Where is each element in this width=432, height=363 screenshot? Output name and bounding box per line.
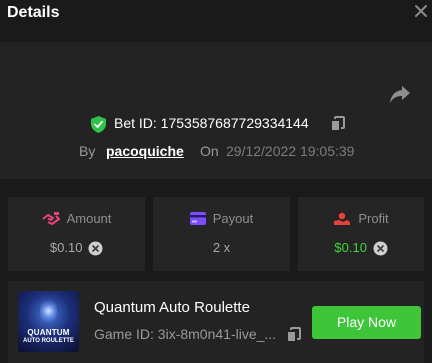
profit-value: $0.10 <box>334 240 367 255</box>
shield-icon <box>91 116 106 133</box>
by-label: By <box>79 143 96 159</box>
coin-icon <box>88 241 103 256</box>
bet-id: Bet ID: 1753587687729334144 <box>114 115 309 131</box>
thumbnail-title: QUANTUM <box>27 328 70 337</box>
on-label: On <box>200 143 219 159</box>
copy-game-id-icon[interactable] <box>286 327 302 343</box>
amount-icon <box>41 211 60 226</box>
copy-bet-id-icon[interactable] <box>330 116 346 132</box>
amount-value: $0.10 <box>49 240 83 255</box>
card-icon <box>189 212 206 226</box>
game-id: Game ID: 3ix-8m0n41-live_... <box>94 326 277 342</box>
coin-icon <box>373 241 388 256</box>
username-link[interactable]: pacoquiche <box>106 143 184 159</box>
play-now-button[interactable]: Play Now <box>312 306 421 339</box>
bet-date: 29/12/2022 19:05:39 <box>226 143 355 159</box>
amount-label: Amount <box>66 211 112 226</box>
profit-stat: Profit $0.10 <box>298 197 424 271</box>
share-icon[interactable] <box>389 84 411 104</box>
payout-label: Payout <box>212 211 254 226</box>
game-card: QUANTUM AUTO ROULETTE Quantum Auto Roule… <box>8 281 424 363</box>
game-name: Quantum Auto Roulette <box>94 299 250 316</box>
payout-stat: Payout 2 x <box>153 197 290 271</box>
payout-value: 2 x <box>212 240 231 255</box>
game-thumbnail[interactable]: QUANTUM AUTO ROULETTE <box>18 291 79 352</box>
profit-label: Profit <box>358 211 389 226</box>
byline: By pacoquiche On 29/12/2022 19:05:39 <box>79 143 354 159</box>
thumbnail-subtitle: AUTO ROULETTE <box>23 338 74 344</box>
modal-header: Details <box>0 0 432 27</box>
close-icon[interactable] <box>413 3 429 19</box>
amount-stat: Amount $0.10 <box>8 197 145 271</box>
modal-title: Details <box>7 4 60 21</box>
profit-icon <box>333 212 351 226</box>
